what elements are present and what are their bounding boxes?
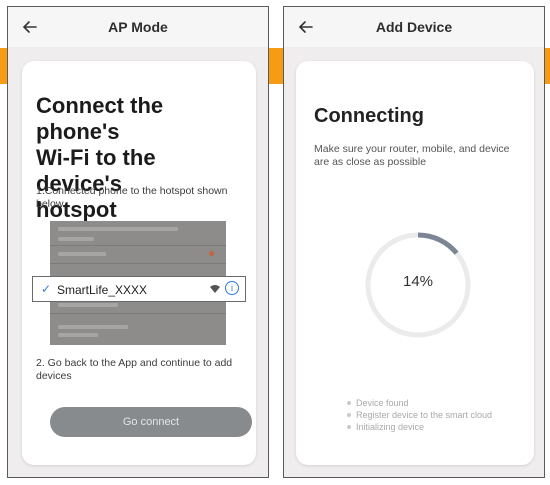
step-1-text: 1.Connected phone to the hotspot shown b…	[36, 185, 228, 210]
check-icon: ✓	[41, 282, 52, 296]
page-title: AP Mode	[108, 19, 168, 35]
connection-stage-list: Device found Register device to the smar…	[346, 397, 492, 433]
proximity-note: Make sure your router, mobile, and devic…	[314, 143, 510, 168]
ap-mode-titlebar: AP Mode	[8, 7, 268, 47]
progress-percent-label: 14%	[402, 273, 434, 290]
add-device-titlebar: Add Device	[284, 7, 544, 47]
network-name: SmartLife_XXXX	[57, 283, 148, 297]
wifi-icon	[210, 285, 220, 293]
info-icon[interactable]: i	[225, 281, 239, 295]
screenshot-stage: AP Mode Connect the phone's Wi-Fi to the…	[0, 0, 550, 485]
go-connect-button[interactable]: Go connect	[50, 407, 252, 437]
add-device-screen: Add Device Connecting Make sure your rou…	[283, 6, 545, 478]
list-item: Register device to the smart cloud	[346, 409, 492, 421]
ap-mode-screen: AP Mode Connect the phone's Wi-Fi to the…	[7, 6, 269, 478]
add-device-card: Connecting Make sure your router, mobile…	[296, 61, 534, 465]
list-item: Device found	[346, 397, 492, 409]
page-title: Add Device	[375, 19, 453, 35]
ap-heading-line-1: Connect the phone's	[36, 93, 164, 144]
status-dot-icon	[209, 251, 214, 256]
list-item: Initializing device	[346, 421, 492, 433]
step-2-text: 2. Go back to the App and continue to ad…	[36, 357, 233, 382]
ap-mode-card: Connect the phone's Wi-Fi to the device'…	[22, 61, 256, 465]
network-item-smartlife[interactable]: ✓ SmartLife_XXXX i	[32, 276, 246, 302]
connecting-heading: Connecting	[314, 105, 424, 127]
